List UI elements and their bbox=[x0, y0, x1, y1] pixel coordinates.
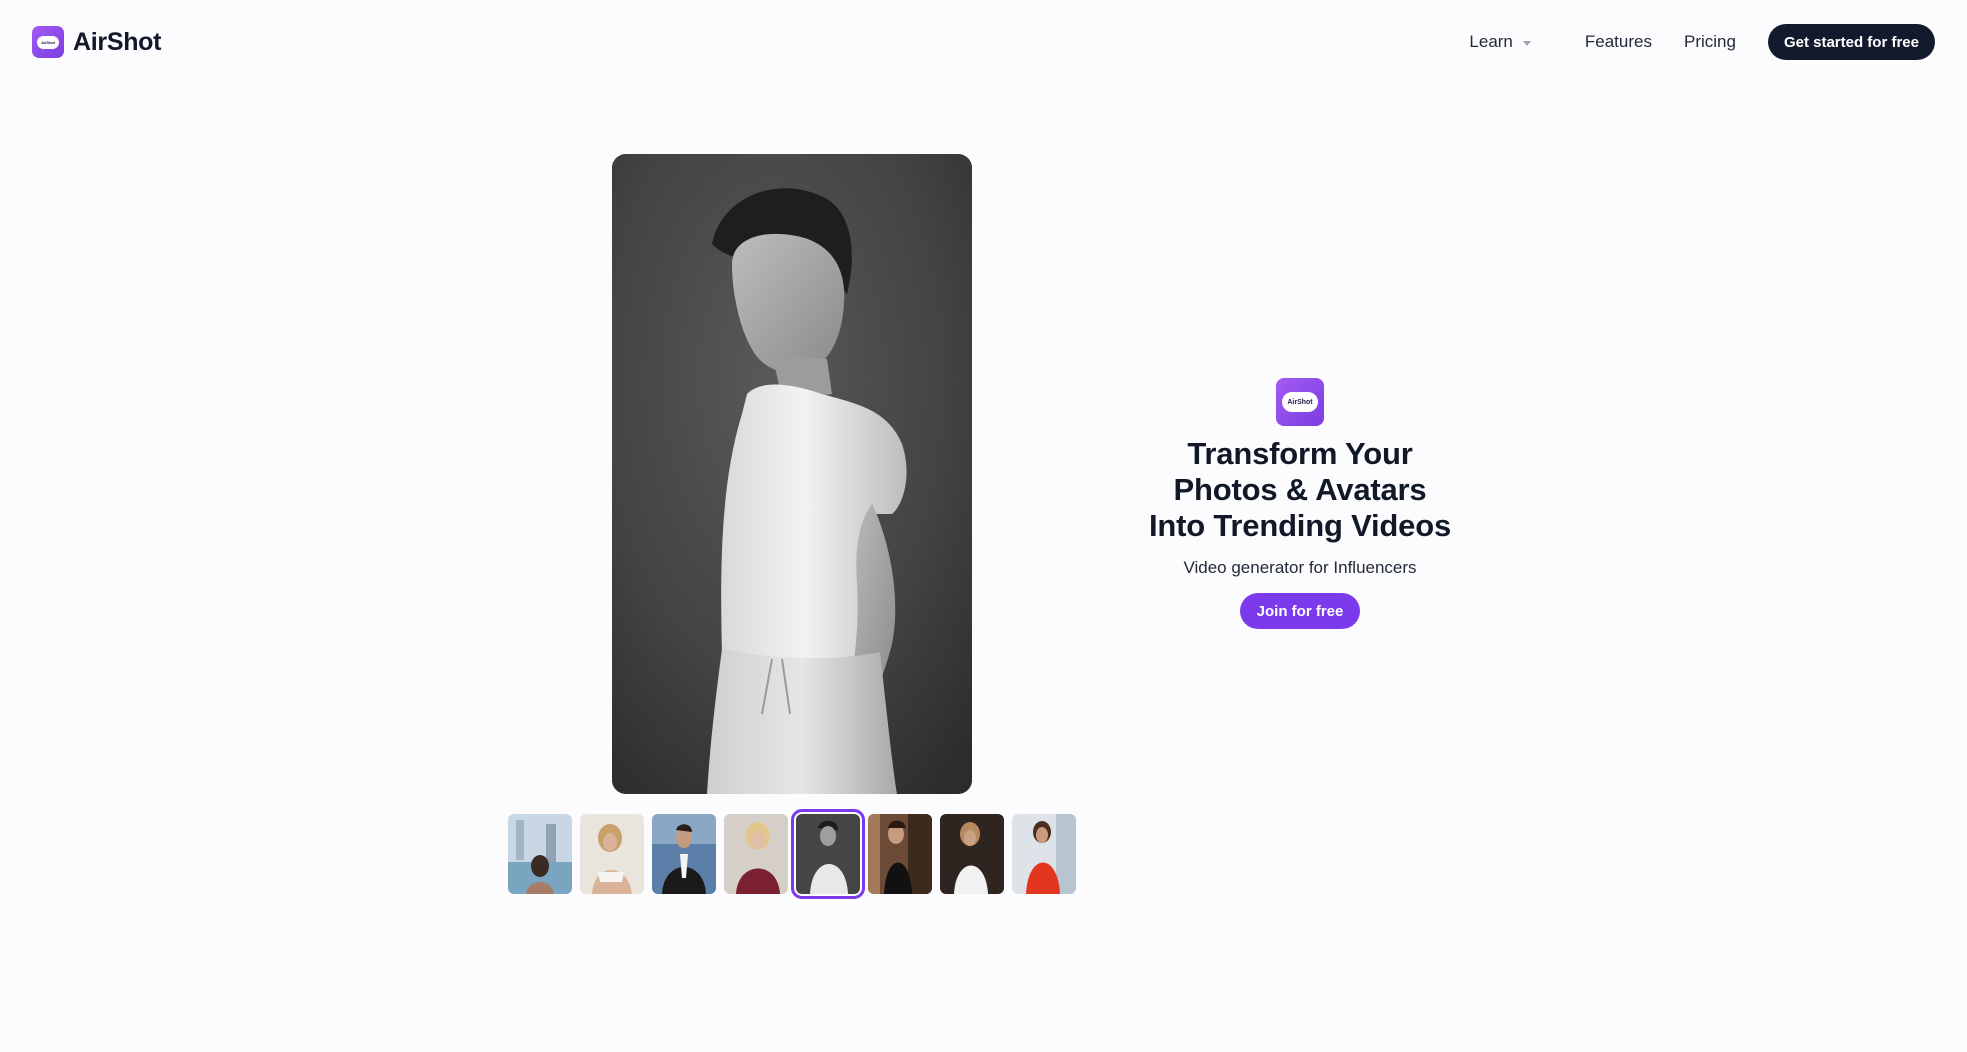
nav-pricing-link[interactable]: Pricing bbox=[1684, 32, 1736, 52]
nav-learn-dropdown[interactable]: Learn bbox=[1469, 32, 1531, 52]
hero-title: Transform Your Photos & Avatars Into Tre… bbox=[1149, 436, 1451, 544]
nav-learn-label: Learn bbox=[1469, 32, 1513, 51]
chevron-down-icon bbox=[1522, 40, 1531, 46]
thumbnail-5[interactable] bbox=[791, 809, 865, 899]
get-started-button[interactable]: Get started for free bbox=[1767, 24, 1935, 60]
brand-home-link[interactable]: AirShot AirShot bbox=[32, 26, 161, 58]
main-nav: Learn Features Pricing Get started for f… bbox=[1469, 0, 1935, 84]
thumbnail-1[interactable] bbox=[508, 814, 572, 894]
hero-title-line-2: Photos & Avatars bbox=[1173, 472, 1427, 507]
hero-title-line-3: Into Trending Videos bbox=[1148, 508, 1451, 543]
nav-features-link[interactable]: Features bbox=[1585, 32, 1652, 52]
thumbnail-2[interactable] bbox=[580, 814, 644, 894]
hero-title-line-1: Transform Your bbox=[1187, 436, 1413, 471]
thumbnail-3[interactable] bbox=[652, 814, 716, 894]
thumbnail-4[interactable] bbox=[724, 814, 788, 894]
thumbnail-7[interactable] bbox=[940, 814, 1004, 894]
airshot-app-icon: AirShot bbox=[1276, 378, 1324, 426]
hero-preview-image bbox=[612, 154, 972, 794]
airshot-logo-icon: AirShot bbox=[32, 26, 64, 58]
brand-name: AirShot bbox=[73, 27, 162, 56]
join-for-free-button[interactable]: Join for free bbox=[1239, 593, 1361, 629]
hero-subtitle: Video generator for Influencers bbox=[1183, 558, 1417, 577]
thumbnail-8[interactable] bbox=[1012, 814, 1076, 894]
hero-section: AirShot Transform Your Photos & Avatars … bbox=[1100, 378, 1500, 629]
thumbnail-6[interactable] bbox=[868, 814, 932, 894]
top-nav-bar: AirShot AirShot Learn Features Pricing G… bbox=[0, 0, 1967, 84]
thumbnail-strip bbox=[508, 809, 1076, 899]
